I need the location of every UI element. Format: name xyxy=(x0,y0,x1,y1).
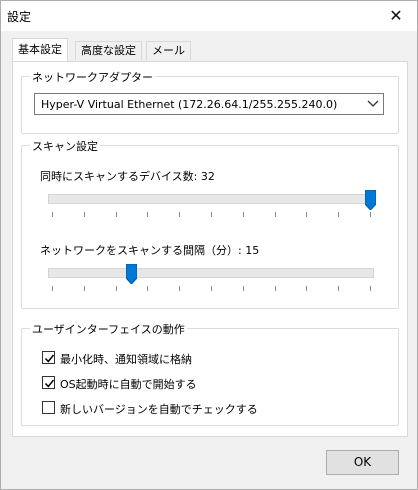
checkbox-auto-check-updates[interactable] xyxy=(42,401,55,414)
slider-tick xyxy=(306,212,308,217)
checkmark-icon xyxy=(44,379,55,388)
slider-tick xyxy=(211,212,212,217)
tab-basic-settings[interactable]: 基本設定 xyxy=(12,38,68,61)
checkbox-start-with-os[interactable] xyxy=(42,376,55,389)
slider-tick xyxy=(179,286,181,291)
slider-tick xyxy=(147,212,149,217)
window-title: 設定 xyxy=(7,10,32,24)
slider-tick xyxy=(370,212,371,217)
scan-settings-label: スキャン設定 xyxy=(30,138,100,154)
close-icon[interactable]: ✕ xyxy=(381,4,411,28)
slider-tick xyxy=(52,286,53,291)
option-minimize-to-tray-label: 最小化時、通知領域に格納 xyxy=(60,353,192,366)
interval-slider-ticks xyxy=(52,286,372,292)
slider-tick xyxy=(52,212,53,217)
network-adapter-dropdown[interactable]: Hyper-V Virtual Ethernet (172.26.64.1/25… xyxy=(34,93,384,115)
devices-slider-thumb[interactable] xyxy=(364,189,376,211)
ui-behavior-group: ユーザインターフェイスの動作 最小化時、通知領域に格納 OS起動時に自動で開始す… xyxy=(21,321,399,426)
interval-slider-thumb[interactable] xyxy=(125,263,138,285)
interval-slider-label: ネットワークをスキャンする間隔（分）: 15 xyxy=(40,244,260,257)
network-adapter-group: ネットワークアダプター Hyper-V Virtual Ethernet (17… xyxy=(21,69,399,134)
ui-behavior-label: ユーザインターフェイスの動作 xyxy=(30,321,187,337)
settings-dialog: 設定 ✕ 基本設定 高度な設定 メール ネットワークアダプター Hyper-V … xyxy=(0,0,418,490)
checkbox-minimize-to-tray[interactable] xyxy=(42,351,55,364)
slider-tick xyxy=(242,286,244,291)
scan-settings-group: スキャン設定 同時にスキャンするデバイス数: 32 ネットワークをスキャンする間… xyxy=(21,138,399,309)
option-start-with-os-label: OS起動時に自動で開始する xyxy=(60,378,197,391)
slider-tick xyxy=(338,212,340,217)
option-auto-check-updates-label: 新しいバージョンを自動でチェックする xyxy=(60,403,258,416)
tab-panel-basic: ネットワークアダプター Hyper-V Virtual Ethernet (17… xyxy=(12,61,408,437)
slider-tick xyxy=(179,212,181,217)
slider-tick xyxy=(115,286,117,291)
title-bar: 設定 ✕ xyxy=(1,1,417,31)
slider-tick xyxy=(338,286,340,291)
chevron-down-icon xyxy=(367,97,379,111)
tab-advanced-settings[interactable]: 高度な設定 xyxy=(75,41,142,60)
slider-tick xyxy=(274,212,276,217)
tab-mail[interactable]: メール xyxy=(146,41,191,60)
slider-tick xyxy=(83,286,85,291)
slider-tick xyxy=(211,286,212,291)
network-adapter-value: Hyper-V Virtual Ethernet (172.26.64.1/25… xyxy=(41,98,338,111)
devices-slider-ticks xyxy=(52,212,372,218)
network-adapter-label: ネットワークアダプター xyxy=(30,69,155,85)
slider-tick xyxy=(306,286,308,291)
slider-tick xyxy=(274,286,276,291)
slider-tick xyxy=(147,286,149,291)
checkmark-icon xyxy=(44,354,55,363)
slider-tick xyxy=(115,212,117,217)
slider-tick xyxy=(83,212,85,217)
ok-button[interactable]: OK xyxy=(326,450,399,475)
slider-tick xyxy=(242,212,244,217)
devices-slider-label: 同時にスキャンするデバイス数: 32 xyxy=(40,170,215,183)
slider-tick xyxy=(370,286,371,291)
interval-slider-track[interactable] xyxy=(48,268,374,278)
devices-slider-track[interactable] xyxy=(48,194,374,204)
